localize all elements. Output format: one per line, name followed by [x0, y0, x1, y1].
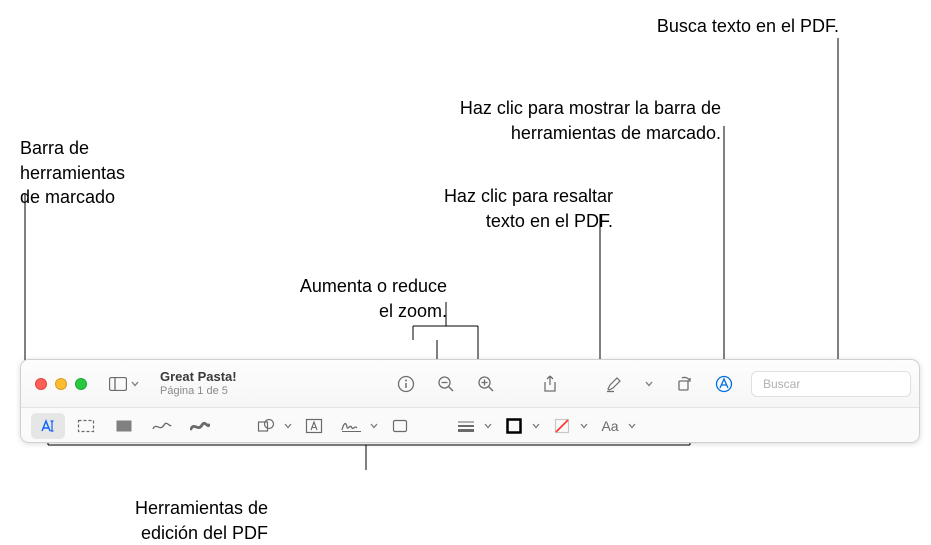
fill-color-tool[interactable]: [545, 413, 579, 439]
fill-color-icon: [554, 418, 570, 434]
rotate-button[interactable]: [667, 370, 701, 398]
zoom-in-icon: [477, 375, 495, 393]
main-toolbar: Great Pasta! Página 1 de 5: [21, 360, 919, 408]
text-select-tool[interactable]: [31, 413, 65, 439]
highlight-button[interactable]: [597, 370, 631, 398]
chevron-down-icon: [644, 381, 654, 387]
signature-icon: [341, 419, 363, 433]
text-selection-icon: [39, 418, 57, 434]
note-tool[interactable]: [383, 413, 417, 439]
sidebar-icon: [109, 377, 127, 391]
highlighter-icon: [605, 375, 623, 393]
share-icon: [542, 375, 558, 393]
close-window-button[interactable]: [35, 378, 47, 390]
highlight-menu-button[interactable]: [637, 370, 661, 398]
redact-icon: [115, 419, 133, 433]
share-button[interactable]: [533, 370, 567, 398]
zoom-out-button[interactable]: [429, 370, 463, 398]
chevron-down-icon: [579, 423, 589, 429]
chevron-down-icon: [627, 423, 637, 429]
text-style-tool[interactable]: Aa: [593, 413, 627, 439]
selection-rectangle-icon: [77, 419, 95, 433]
redact-tool[interactable]: [107, 413, 141, 439]
text-box-icon: [305, 418, 323, 434]
fullscreen-window-button[interactable]: [75, 378, 87, 390]
minimize-window-button[interactable]: [55, 378, 67, 390]
zoom-out-icon: [437, 375, 455, 393]
rotate-icon: [675, 375, 693, 393]
chevron-down-icon: [283, 423, 293, 429]
document-title-block: Great Pasta! Página 1 de 5: [160, 370, 237, 398]
draw-icon: [190, 420, 210, 432]
rectangular-select-tool[interactable]: [69, 413, 103, 439]
chevron-down-icon: [369, 423, 379, 429]
sign-tool[interactable]: [335, 413, 369, 439]
window-controls: [35, 378, 87, 390]
line-weight-icon: [457, 420, 475, 432]
text-tool[interactable]: [297, 413, 331, 439]
border-style-tool[interactable]: [449, 413, 483, 439]
markup-icon: [715, 375, 733, 393]
show-markup-toolbar-button[interactable]: [707, 370, 741, 398]
shapes-icon: [257, 418, 275, 434]
toolbar-center-group: [389, 370, 741, 398]
draw-tool[interactable]: [183, 413, 217, 439]
page-indicator: Página 1 de 5: [160, 385, 237, 398]
sidebar-view-button[interactable]: [103, 373, 146, 395]
chevron-down-icon: [130, 381, 140, 387]
text-style-icon: Aa: [601, 418, 618, 434]
sketch-icon: [152, 420, 172, 432]
note-icon: [392, 419, 408, 433]
document-title: Great Pasta!: [160, 370, 237, 385]
chevron-down-icon: [531, 423, 541, 429]
chevron-down-icon: [483, 423, 493, 429]
sketch-tool[interactable]: [145, 413, 179, 439]
markup-toolbar: Aa: [21, 408, 919, 443]
border-color-tool[interactable]: [497, 413, 531, 439]
border-color-icon: [506, 418, 522, 434]
info-button[interactable]: [389, 370, 423, 398]
shapes-tool[interactable]: [249, 413, 283, 439]
search-input[interactable]: [763, 377, 918, 391]
preview-window: Great Pasta! Página 1 de 5: [20, 359, 920, 443]
info-icon: [397, 375, 415, 393]
search-field[interactable]: [751, 371, 911, 397]
zoom-in-button[interactable]: [469, 370, 503, 398]
